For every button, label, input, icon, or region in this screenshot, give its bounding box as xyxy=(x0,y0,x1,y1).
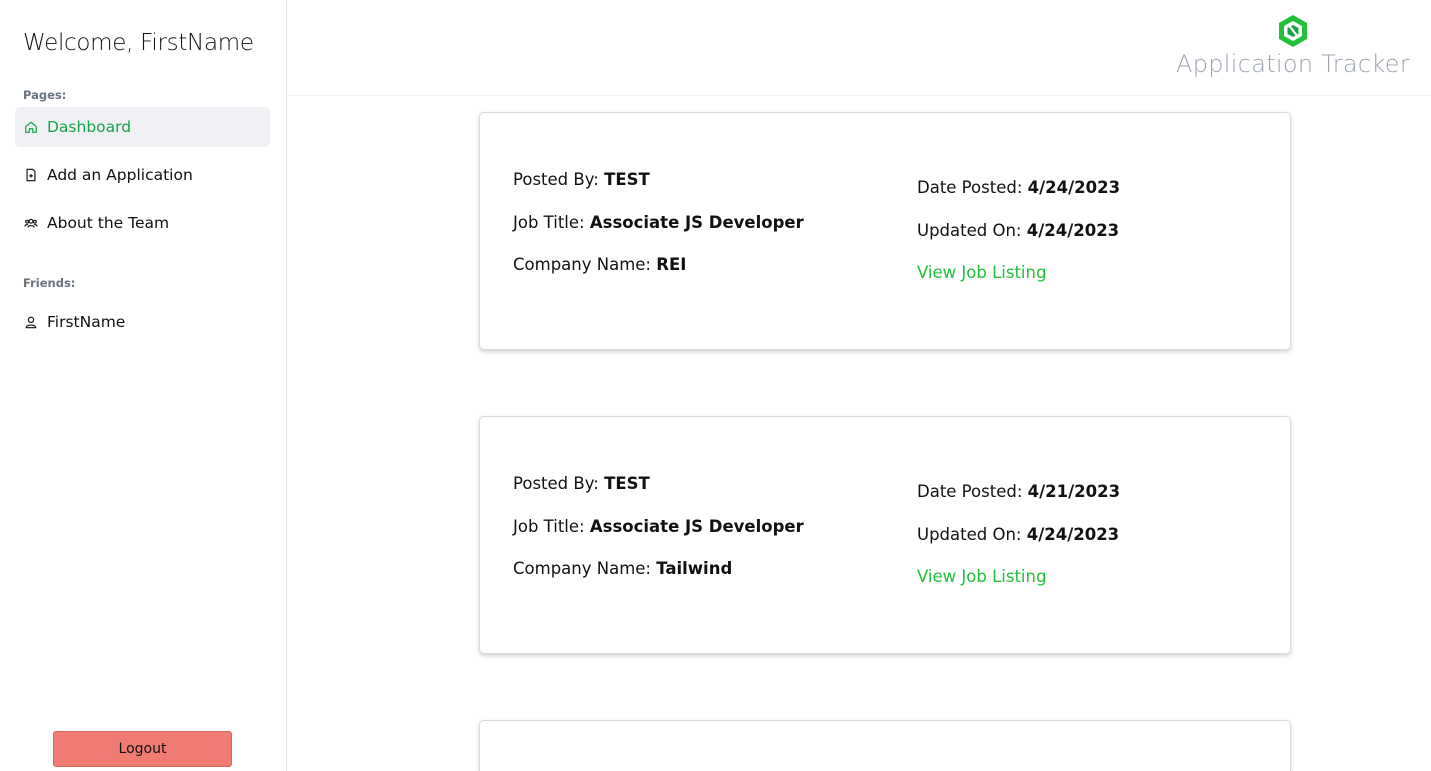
job-title-value: Associate JS Developer xyxy=(589,517,804,536)
date-posted-value: 4/21/2023 xyxy=(1027,482,1121,501)
updated-on-value: 4/24/2023 xyxy=(1026,221,1120,240)
users-icon xyxy=(24,216,38,230)
company-name: Company Name: Tailwind xyxy=(513,559,733,578)
welcome-heading: Welcome, FirstName xyxy=(23,30,254,56)
job-card: Posted By: TEST Job Title: Associate JS … xyxy=(479,416,1291,654)
sidebar: Welcome, FirstName Pages: Dashboard Add … xyxy=(0,0,287,771)
sidebar-item-about-team[interactable]: About the Team xyxy=(15,203,270,243)
sidebar-item-label: About the Team xyxy=(47,214,170,232)
top-bar: Application Tracker xyxy=(288,0,1431,96)
updated-on: Updated On: 4/24/2023 xyxy=(917,221,1120,240)
date-posted: Date Posted: 4/24/2023 xyxy=(917,178,1121,197)
company-name: Company Name: REI xyxy=(513,255,687,274)
posted-by-value: TEST xyxy=(604,170,650,189)
job-card xyxy=(479,720,1291,771)
job-card: Posted By: TEST Job Title: Associate JS … xyxy=(479,112,1291,350)
sidebar-item-label: Add an Application xyxy=(47,166,193,184)
app-title: Application Tracker xyxy=(1175,50,1410,78)
job-title: Job Title: Associate JS Developer xyxy=(513,517,804,536)
view-job-listing-link[interactable]: View Job Listing xyxy=(917,263,1046,282)
friend-name: FirstName xyxy=(47,313,126,331)
file-plus-icon xyxy=(24,168,38,182)
date-posted: Date Posted: 4/21/2023 xyxy=(917,482,1121,501)
sidebar-item-label: Dashboard xyxy=(47,118,132,136)
job-title-value: Associate JS Developer xyxy=(589,213,804,232)
app-logo[interactable]: Application Tracker xyxy=(1176,14,1410,78)
company-name-value: Tailwind xyxy=(656,559,733,578)
job-title: Job Title: Associate JS Developer xyxy=(513,213,804,232)
posted-by-value: TEST xyxy=(604,474,650,493)
user-icon xyxy=(24,315,38,329)
hexagon-logo-icon xyxy=(1278,15,1307,47)
view-job-listing-link[interactable]: View Job Listing xyxy=(917,567,1046,586)
updated-on-value: 4/24/2023 xyxy=(1026,525,1120,544)
posted-by: Posted By: TEST xyxy=(513,474,650,493)
sidebar-item-add-application[interactable]: Add an Application xyxy=(15,155,270,195)
pages-section-label: Pages: xyxy=(23,88,67,102)
friend-item[interactable]: FirstName xyxy=(15,302,270,342)
logout-button[interactable]: Logout xyxy=(53,731,232,767)
posted-by: Posted By: TEST xyxy=(513,170,650,189)
home-icon xyxy=(24,120,38,134)
company-name-value: REI xyxy=(656,255,687,274)
updated-on: Updated On: 4/24/2023 xyxy=(917,525,1120,544)
date-posted-value: 4/24/2023 xyxy=(1027,178,1121,197)
sidebar-item-dashboard[interactable]: Dashboard xyxy=(15,107,270,147)
friends-section-label: Friends: xyxy=(23,276,76,290)
